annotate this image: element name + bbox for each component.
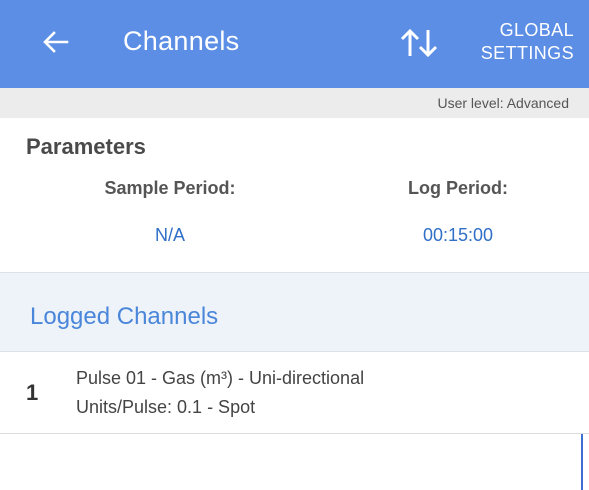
scroll-edge-indicator [581,434,583,490]
back-button[interactable] [36,22,76,62]
global-settings-label-line1: GLOBAL [499,20,574,40]
sort-arrows-icon [400,28,438,58]
log-period-value[interactable]: 00:15:00 [358,225,558,246]
app-bar: Channels GLOBAL SETTINGS [0,0,589,88]
sort-button[interactable] [396,22,442,64]
channel-description: Pulse 01 - Gas (m³) - Uni-directional [76,368,365,388]
logged-channels-header: Logged Channels [0,272,589,352]
sample-period-group: Sample Period: N/A [70,178,270,246]
sample-period-label: Sample Period: [104,178,236,198]
channel-list-item[interactable]: 1 Pulse 01 - Gas (m³) - Uni-directional … [0,352,589,434]
log-period-label: Log Period: [408,178,508,198]
sample-period-value[interactable]: N/A [70,225,270,246]
logged-channels-heading: Logged Channels [30,303,219,330]
channel-number: 1 [26,380,39,405]
user-level-bar: User level: Advanced [0,88,589,118]
arrow-left-icon [43,31,69,53]
page-title: Channels [123,26,240,56]
channel-details: Units/Pulse: 0.1 - Spot [76,397,256,417]
parameters-heading: Parameters [26,134,146,159]
global-settings-button[interactable]: GLOBAL SETTINGS [460,19,580,71]
global-settings-label-line2: SETTINGS [480,43,574,63]
log-period-group: Log Period: 00:15:00 [358,178,558,246]
user-level-text: User level: Advanced [437,95,569,111]
